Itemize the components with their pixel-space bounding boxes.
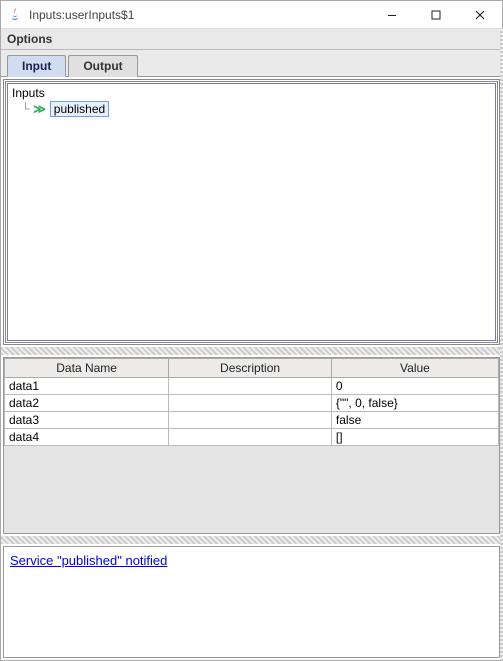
log-link[interactable]: Service "published" notified — [10, 553, 167, 568]
table-row[interactable]: data3 false — [5, 411, 499, 428]
tab-input-label: Input — [22, 59, 51, 73]
cell-value[interactable]: {"", 0, false} — [331, 394, 498, 411]
cell-name[interactable]: data1 — [5, 377, 169, 394]
tab-input[interactable]: Input — [7, 55, 66, 77]
table-row[interactable]: data2 {"", 0, false} — [5, 394, 499, 411]
chevron-right-icon: ≫ — [33, 102, 46, 116]
splitter-top[interactable] — [1, 347, 502, 355]
col-header-description[interactable]: Description — [169, 358, 332, 377]
cell-name[interactable]: data4 — [5, 428, 169, 445]
window-titlebar: Inputs:userInputs$1 — [1, 1, 502, 29]
cell-description[interactable] — [169, 394, 332, 411]
data-table-panel: Data Name Description Value data1 0 data… — [3, 357, 500, 535]
window-maximize-button[interactable] — [414, 1, 458, 29]
window-close-button[interactable] — [458, 1, 502, 29]
window-title: Inputs:userInputs$1 — [29, 8, 370, 22]
tab-output[interactable]: Output — [68, 55, 137, 77]
cell-name[interactable]: data3 — [5, 411, 169, 428]
java-icon — [7, 7, 23, 23]
table-row[interactable]: data1 0 — [5, 377, 499, 394]
table-empty-area — [4, 446, 499, 534]
cell-value[interactable]: [] — [331, 428, 498, 445]
tree-elbow-icon: └ — [22, 102, 29, 116]
table-row[interactable]: data4 [] — [5, 428, 499, 445]
cell-description[interactable] — [169, 428, 332, 445]
menu-bar: Options — [1, 29, 502, 50]
data-table[interactable]: Data Name Description Value data1 0 data… — [4, 358, 499, 446]
tree-node-label: published — [50, 101, 109, 117]
options-menu[interactable]: Options — [7, 32, 52, 46]
splitter-bottom[interactable] — [1, 536, 502, 544]
tab-output-label: Output — [83, 59, 122, 73]
tree-root[interactable]: Inputs — [12, 86, 491, 100]
cell-description[interactable] — [169, 377, 332, 394]
inputs-tree[interactable]: Inputs └ ≫ published — [7, 83, 496, 341]
col-header-value[interactable]: Value — [331, 358, 498, 377]
cell-name[interactable]: data2 — [5, 394, 169, 411]
tree-node[interactable]: └ ≫ published — [12, 101, 491, 117]
tab-strip: Input Output — [1, 50, 502, 77]
col-header-name[interactable]: Data Name — [5, 358, 169, 377]
cell-value[interactable]: 0 — [331, 377, 498, 394]
cell-description[interactable] — [169, 411, 332, 428]
cell-value[interactable]: false — [331, 411, 498, 428]
log-panel: Service "published" notified — [3, 546, 500, 658]
window-minimize-button[interactable] — [370, 1, 414, 29]
tree-panel: Inputs └ ≫ published — [3, 79, 500, 345]
